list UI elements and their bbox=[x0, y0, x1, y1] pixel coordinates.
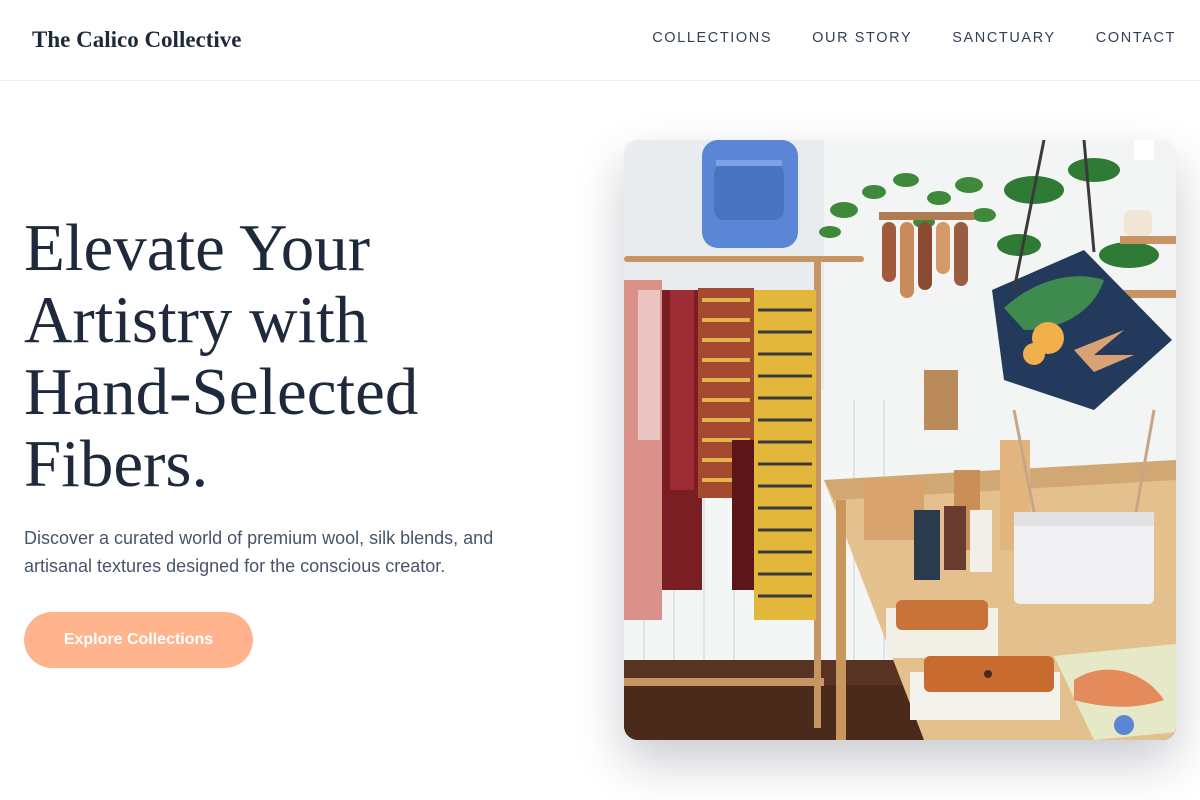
brand-logo[interactable]: The Calico Collective bbox=[32, 27, 242, 53]
site-header: The Calico Collective COLLECTIONS OUR ST… bbox=[0, 0, 1200, 81]
headline-line: Hand-Selected bbox=[24, 355, 419, 429]
nav-contact[interactable]: CONTACT bbox=[1096, 30, 1176, 46]
headline-line: Artistry with bbox=[24, 283, 369, 357]
headline-line: Fibers. bbox=[24, 427, 209, 501]
hero-photo bbox=[624, 140, 1176, 740]
nav-collections[interactable]: COLLECTIONS bbox=[652, 30, 772, 46]
hero-subtext: Discover a curated world of premium wool… bbox=[24, 528, 494, 576]
explore-collections-button[interactable]: Explore Collections bbox=[24, 612, 253, 668]
nav-our-story[interactable]: OUR STORY bbox=[812, 30, 912, 46]
nav-sanctuary[interactable]: SANCTUARY bbox=[952, 30, 1056, 46]
headline-line: Elevate Your bbox=[24, 211, 371, 285]
hero-headline: Elevate Your Artistry with Hand-Selected… bbox=[24, 212, 584, 500]
main-nav: COLLECTIONS OUR STORY SANCTUARY CONTACT bbox=[652, 30, 1176, 46]
